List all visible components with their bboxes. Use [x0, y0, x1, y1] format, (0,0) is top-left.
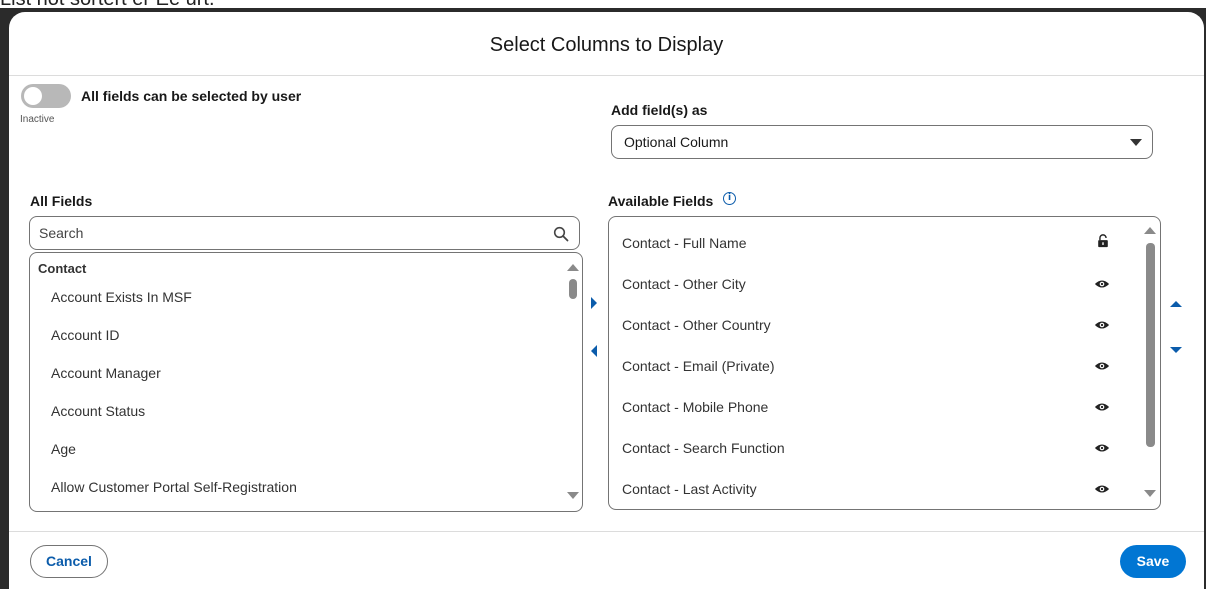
group-header-contact: Contact: [38, 261, 87, 276]
search-icon: [553, 226, 569, 242]
toggle-label: All fields can be selected by user: [81, 88, 302, 104]
list-item-label: Contact - Last Activity: [622, 481, 757, 497]
info-icon[interactable]: i: [723, 192, 736, 205]
list-item-label: Contact - Other City: [622, 276, 746, 292]
list-item-label: Contact - Full Name: [622, 235, 747, 251]
available-fields-label: Available Fields: [608, 193, 714, 209]
list-item[interactable]: Contact - Other City: [609, 263, 1139, 304]
eye-icon: [1094, 485, 1110, 493]
scrollbar-thumb[interactable]: [1146, 243, 1155, 447]
lock-icon: [1098, 234, 1108, 248]
add-as-value: Optional Column: [624, 134, 729, 150]
list-item[interactable]: Allow Customer Portal Self-Registration: [30, 468, 560, 506]
background-page-text: List not sortert er Ee urt.: [0, 0, 215, 8]
list-item[interactable]: Contact - Full Name: [609, 222, 1139, 263]
list-item-label: Account Exists In MSF: [51, 289, 192, 305]
list-item-label: Contact - Search Function: [622, 440, 785, 456]
move-left-icon[interactable]: [589, 344, 599, 358]
list-item[interactable]: Contact - Email (Private): [609, 345, 1139, 386]
scroll-up-arrow[interactable]: [567, 264, 579, 271]
all-fields-listbox[interactable]: Contact Account Exists In MSF Account ID…: [29, 252, 583, 512]
list-item[interactable]: Account Exists In MSF: [30, 278, 560, 316]
save-button[interactable]: Save: [1120, 545, 1186, 578]
scrollbar-thumb[interactable]: [569, 279, 577, 299]
background-page-strip: List not sortert er Ee urt.: [0, 0, 1206, 8]
eye-icon: [1094, 280, 1110, 288]
eye-icon: [1094, 362, 1110, 370]
cancel-button[interactable]: Cancel: [30, 545, 108, 578]
move-up-icon[interactable]: [1169, 299, 1183, 309]
list-item-label: Account Manager: [51, 365, 161, 381]
move-right-icon[interactable]: [589, 296, 599, 310]
list-item[interactable]: Account Manager: [30, 354, 560, 392]
chevron-down-icon: [1130, 139, 1142, 146]
eye-icon: [1094, 444, 1110, 452]
toggle-knob: [24, 87, 42, 105]
list-item-label: Age: [51, 441, 76, 457]
all-fields-label: All Fields: [30, 193, 93, 209]
list-item[interactable]: Account Status: [30, 392, 560, 430]
modal-title: Select Columns to Display: [489, 34, 724, 56]
scroll-up-arrow[interactable]: [1144, 227, 1156, 234]
list-item-label: Account Status: [51, 403, 146, 419]
eye-icon: [1094, 403, 1110, 411]
list-item-label: Contact - Email (Private): [622, 358, 775, 374]
list-item-label: Contact - Mobile Phone: [622, 399, 769, 415]
list-item-label: Account ID: [51, 327, 120, 343]
select-all-toggle[interactable]: [21, 84, 71, 108]
list-item-label: Allow Customer Portal Self-Registration: [51, 479, 297, 495]
toggle-state-text: Inactive: [20, 114, 55, 125]
scroll-down-arrow[interactable]: [1144, 490, 1156, 497]
list-item[interactable]: Contact - Last Activity: [609, 468, 1139, 509]
list-item-label: Contact - Other Country: [622, 317, 771, 333]
move-down-icon[interactable]: [1169, 345, 1183, 355]
list-item[interactable]: Account ID: [30, 316, 560, 354]
list-item[interactable]: Contact - Mobile Phone: [609, 386, 1139, 427]
available-fields-listbox[interactable]: Contact - Full Name Contact - Other City…: [608, 216, 1161, 510]
list-item[interactable]: Contact - Other Country: [609, 304, 1139, 345]
search-placeholder: Search: [39, 225, 84, 241]
list-item[interactable]: Contact - Search Function: [609, 427, 1139, 468]
search-input[interactable]: Search: [29, 216, 580, 250]
add-as-combobox[interactable]: Optional Column: [611, 125, 1153, 159]
footer-divider: [9, 531, 1204, 532]
eye-icon: [1094, 321, 1110, 329]
list-item[interactable]: Age: [30, 430, 560, 468]
modal-header: Select Columns to Display: [9, 12, 1204, 76]
add-as-label: Add field(s) as: [611, 102, 708, 118]
scroll-down-arrow[interactable]: [567, 492, 579, 499]
